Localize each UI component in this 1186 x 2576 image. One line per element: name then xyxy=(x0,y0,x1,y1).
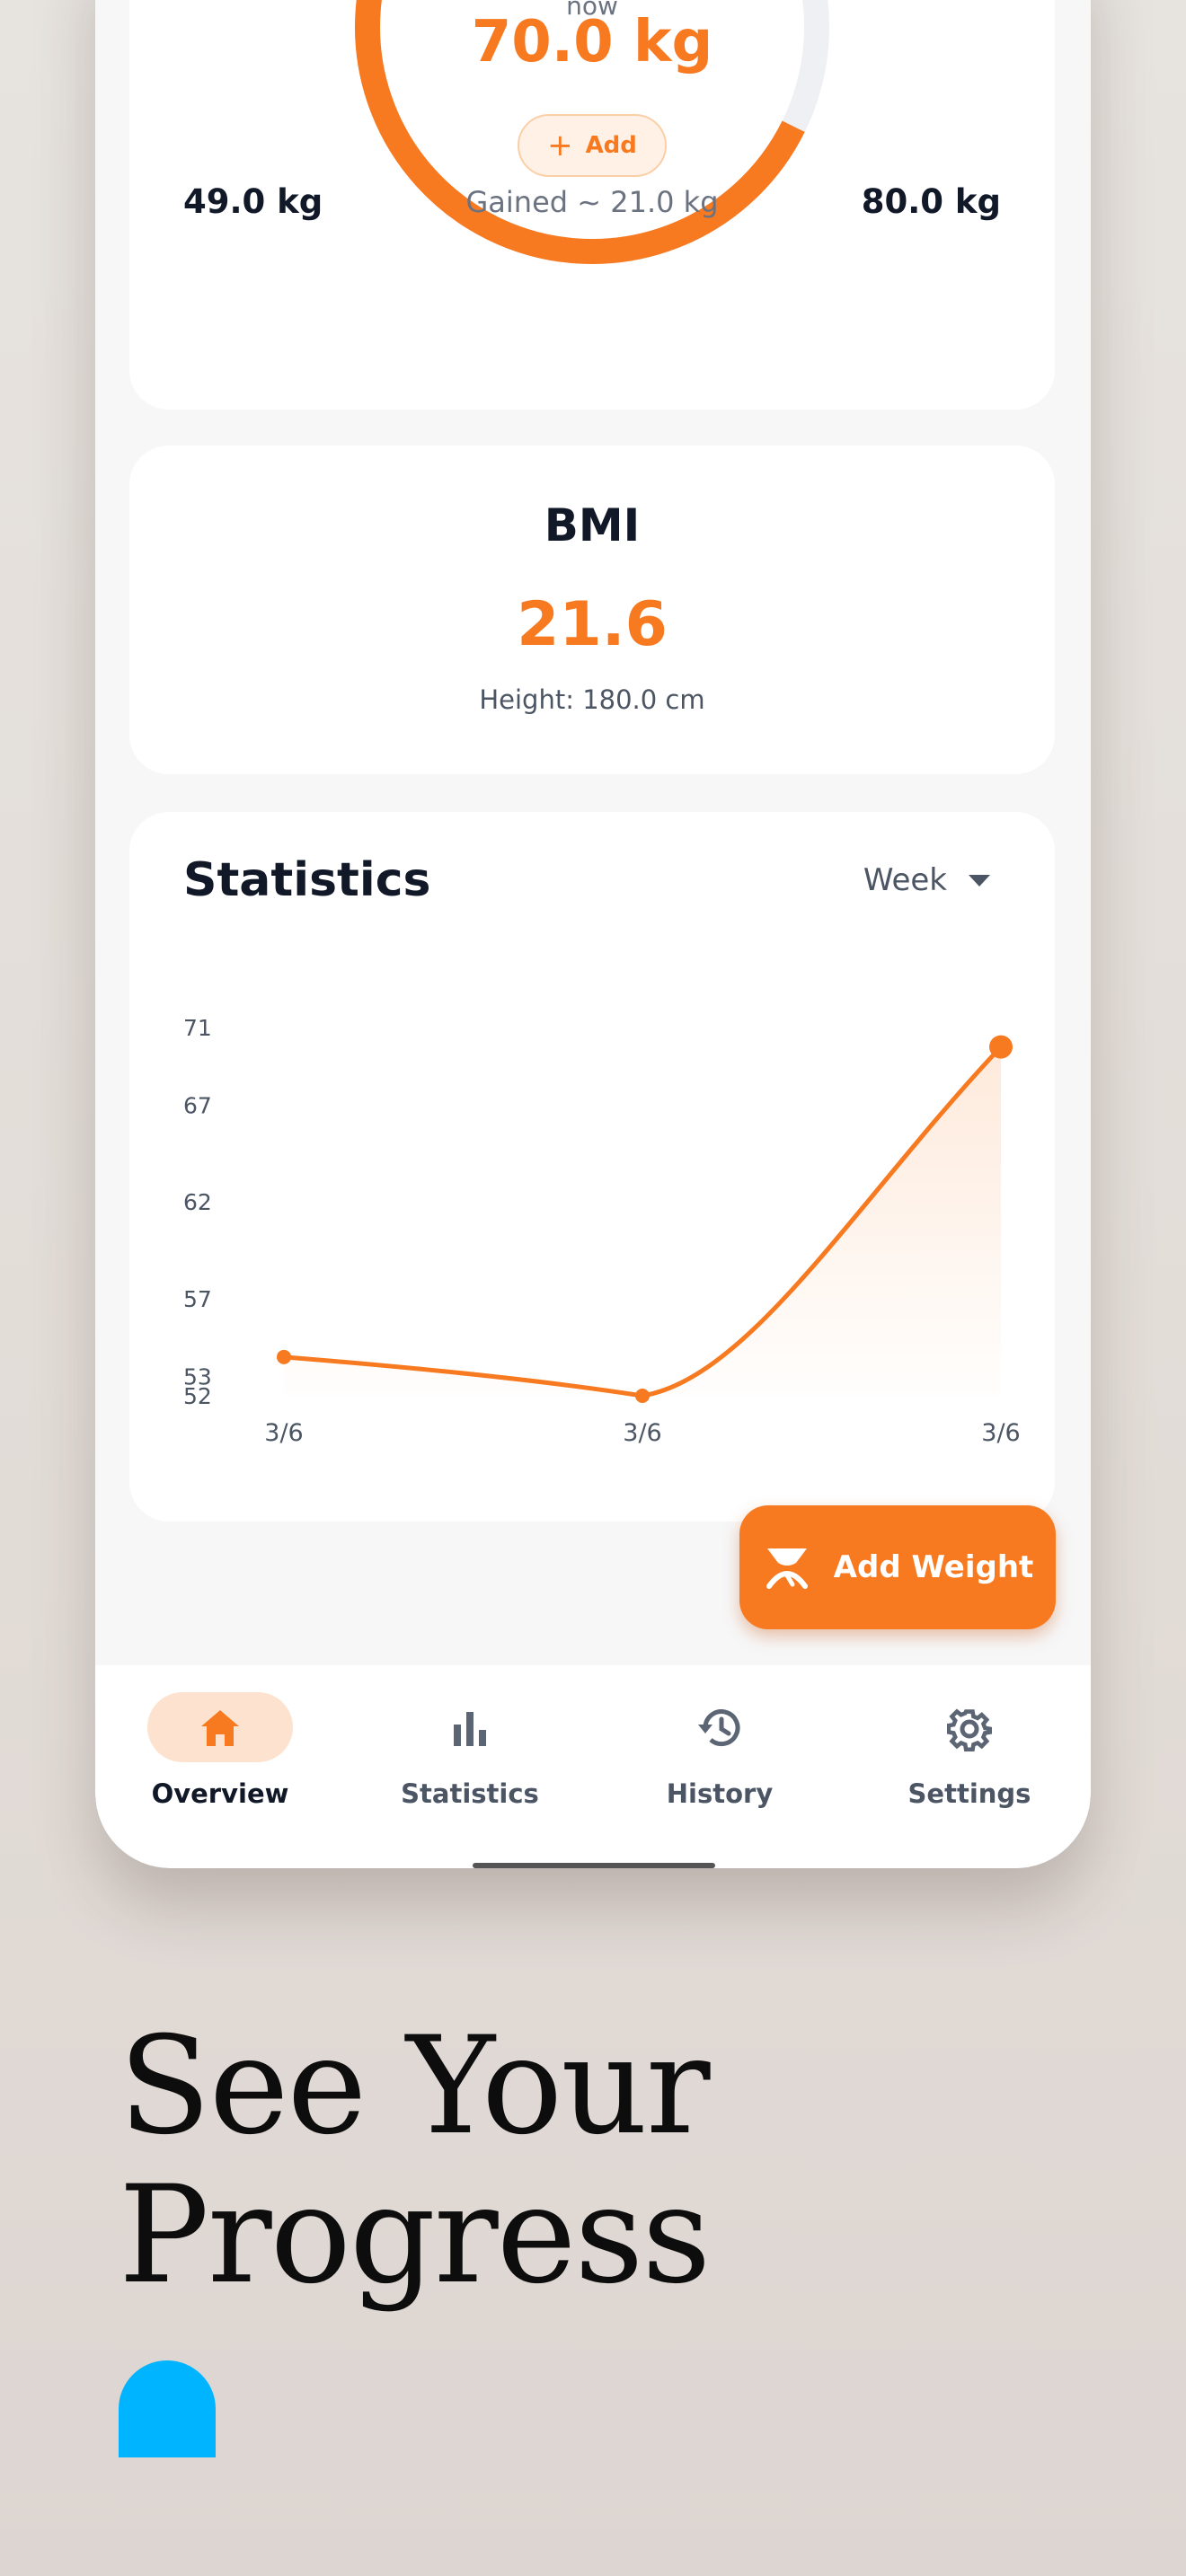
headline-line-2: Progress xyxy=(119,2157,711,2314)
nav-label-settings: Settings xyxy=(907,1778,1031,1809)
bar-chart-icon xyxy=(345,1707,595,1750)
nav-item-overview[interactable]: Overview xyxy=(95,1665,345,1845)
chart-point xyxy=(277,1349,291,1364)
bmi-card: BMI 21.6 Height: 180.0 cm xyxy=(129,446,1055,774)
nav-item-history[interactable]: History xyxy=(595,1665,845,1845)
nav-item-statistics[interactable]: Statistics xyxy=(345,1665,595,1845)
phone-mockup: now 70.0 kg + Add 49.0 kg Gained ~ 21.0 … xyxy=(95,0,1091,1868)
weight-range-row: 49.0 kg Gained ~ 21.0 kg 80.0 kg xyxy=(183,182,1001,221)
weight-gauge-card: now 70.0 kg + Add 49.0 kg Gained ~ 21.0 … xyxy=(129,0,1055,410)
chart-point xyxy=(989,1035,1013,1059)
bottom-navigation: Overview Statistics History Settings xyxy=(95,1665,1091,1868)
goal-weight: 80.0 kg xyxy=(861,182,1001,221)
brand-logo-shape xyxy=(119,2360,216,2457)
add-weight-label: Add Weight xyxy=(833,1549,1034,1585)
chart-point xyxy=(635,1389,650,1403)
x-tick-label: 3/6 xyxy=(623,1419,661,1447)
home-indicator xyxy=(473,1863,715,1868)
nav-label-statistics: Statistics xyxy=(401,1778,539,1809)
x-tick-label: 3/6 xyxy=(981,1419,1020,1447)
y-tick-label: 57 xyxy=(183,1286,212,1312)
gear-icon xyxy=(845,1707,1091,1751)
add-weight-button[interactable]: Add Weight xyxy=(739,1505,1056,1629)
y-tick-label: 62 xyxy=(183,1189,212,1215)
gained-text: Gained ~ 21.0 kg xyxy=(465,184,719,219)
current-weight: 70.0 kg xyxy=(471,9,713,75)
add-button-label: Add xyxy=(585,132,637,159)
weight-chart: 716762575352 3/6 3/6 3/6 xyxy=(183,1015,1021,1447)
headline-line-1: See Your xyxy=(119,2008,711,2165)
app-screen: now 70.0 kg + Add 49.0 kg Gained ~ 21.0 … xyxy=(95,0,1091,1868)
y-tick-label: 67 xyxy=(183,1092,212,1118)
chart-area-fill xyxy=(284,1046,1001,1396)
statistics-card: Statistics Week 71 67 62 57 53 52 3/6 3/6 3/6 xyxy=(129,812,1055,1522)
scale-icon xyxy=(766,1548,808,1589)
nav-label-history: History xyxy=(666,1778,774,1809)
plus-icon: + xyxy=(547,128,573,163)
y-tick-label: 71 xyxy=(183,1015,212,1041)
nav-item-settings[interactable]: Settings xyxy=(845,1665,1091,1845)
add-weight-small-button[interactable]: + Add xyxy=(518,114,667,177)
x-tick-label: 3/6 xyxy=(264,1419,303,1447)
bmi-title: BMI xyxy=(544,499,641,551)
promo-headline: See Your Progress xyxy=(119,2008,711,2314)
nav-label-overview: Overview xyxy=(151,1778,289,1809)
bmi-value: 21.6 xyxy=(517,589,668,660)
history-icon xyxy=(595,1707,845,1750)
home-icon xyxy=(95,1707,345,1750)
start-weight: 49.0 kg xyxy=(183,182,323,221)
height-text: Height: 180.0 cm xyxy=(479,684,705,715)
y-tick-label: 52 xyxy=(183,1383,212,1409)
